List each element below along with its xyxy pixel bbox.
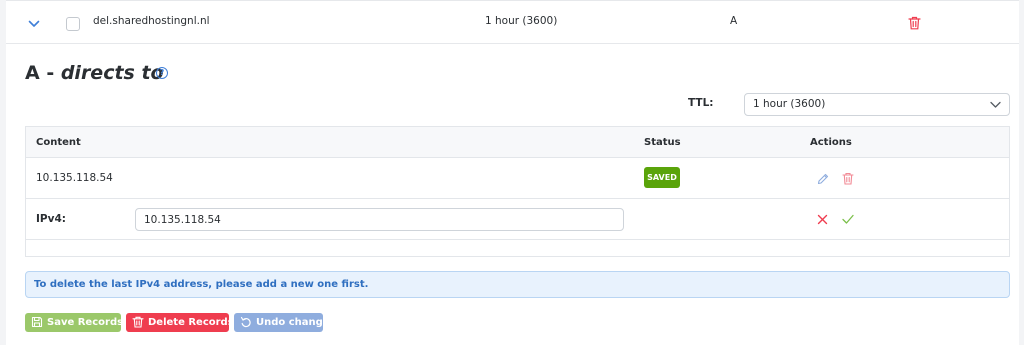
trash-icon[interactable]: [842, 172, 854, 185]
help-circle-icon[interactable]: ?: [156, 67, 168, 79]
edit-row: IPv4:: [26, 199, 1009, 240]
save-recordset-label: Save Recordset: [47, 317, 135, 328]
undo-changes-button[interactable]: Undo changes: [234, 313, 336, 332]
column-header-actions: Actions: [810, 137, 852, 148]
chevron-down-icon[interactable]: [28, 19, 40, 29]
info-banner: To delete the last IPv4 address, please …: [25, 271, 1010, 298]
page-frame-left: [0, 0, 6, 345]
trash-icon: [132, 316, 144, 328]
pencil-icon[interactable]: [817, 173, 829, 185]
save-recordset-button[interactable]: Save Recordset: [25, 313, 135, 332]
save-icon: [31, 316, 43, 328]
ttl-label: TTL:: [688, 97, 714, 109]
column-header-content: Content: [36, 137, 81, 148]
section-title-prefix: A -: [25, 62, 61, 84]
undo-icon: [240, 316, 251, 328]
record-row[interactable]: del.sharedhostingnl.nl 1 hour (3600) A: [6, 0, 1019, 44]
ipv4-label: IPv4:: [36, 213, 66, 225]
table-header: Content Status Actions: [26, 127, 1009, 158]
ipv4-input[interactable]: [135, 208, 624, 231]
chevron-down-icon: [990, 101, 1001, 108]
record-ttl: 1 hour (3600): [485, 15, 558, 27]
table-row: 10.135.118.54 SAVED: [26, 158, 1009, 199]
ttl-selected-value: 1 hour (3600): [753, 98, 826, 110]
section-title-italic: directs to: [60, 62, 164, 84]
page-frame-right: [1019, 0, 1024, 345]
undo-changes-label: Undo changes: [256, 317, 336, 328]
help-glyph: ?: [159, 68, 165, 77]
close-icon[interactable]: [817, 214, 828, 225]
record-checkbox[interactable]: [66, 17, 80, 31]
status-badge: SAVED: [644, 167, 680, 188]
records-table: Content Status Actions 10.135.118.54 SAV…: [25, 126, 1010, 257]
section-title: A - directs to: [25, 62, 164, 84]
column-header-status: Status: [644, 137, 681, 148]
trash-icon[interactable]: [908, 16, 921, 30]
record-type: A: [730, 15, 738, 27]
info-message: To delete the last IPv4 address, please …: [34, 279, 369, 290]
delete-recordset-button[interactable]: Delete Recordset: [126, 313, 245, 332]
delete-recordset-label: Delete Recordset: [148, 317, 246, 328]
record-name: del.sharedhostingnl.nl: [93, 15, 210, 27]
check-icon[interactable]: [842, 214, 854, 224]
ttl-select[interactable]: 1 hour (3600): [744, 93, 1010, 116]
record-content: 10.135.118.54: [36, 172, 113, 184]
